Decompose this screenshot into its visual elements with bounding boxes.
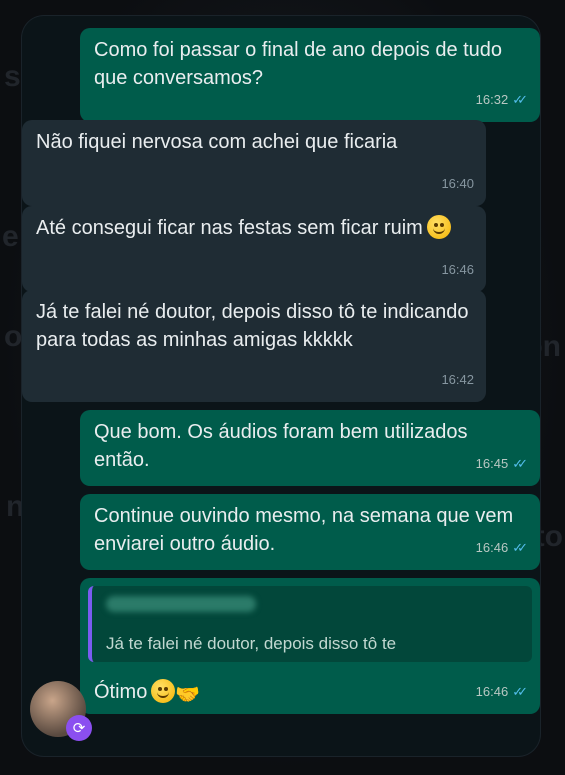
quoted-text: Já te falei né doutor, depois disso tô t… [106, 634, 397, 653]
message-time: 16:45 [475, 456, 509, 471]
message-bubble-incoming[interactable]: Não fiquei nervosa com achei que ficaria… [22, 120, 486, 206]
redacted-sender-name [106, 596, 256, 612]
quoted-message[interactable]: Já te falei né doutor, depois disso tô t… [88, 586, 532, 662]
refresh-icon[interactable]: ⟳ [66, 715, 92, 741]
smiling-face-icon [151, 679, 176, 703]
message-bubble-outgoing[interactable]: Que bom. Os áudios foram bem utilizados … [80, 410, 540, 486]
message-time: 16:46 [475, 540, 509, 555]
handshake-icon: 🤝 [175, 684, 201, 706]
message-bubble-incoming[interactable]: Até consegui ficar nas festas sem ficar … [22, 206, 486, 292]
avatar[interactable]: ⟳ [30, 681, 92, 741]
message-bubble-incoming[interactable]: Já te falei né doutor, depois disso tô t… [22, 290, 486, 402]
message-text: Ótimo [94, 681, 148, 703]
message-bubble-outgoing[interactable]: Já te falei né doutor, depois disso tô t… [80, 578, 540, 714]
message-text: Continue ouvindo mesmo, na semana que ve… [94, 505, 514, 555]
message-text: Já te falei né doutor, depois disso tô t… [36, 301, 469, 351]
read-ticks-icon: ✓✓ [512, 684, 528, 699]
message-text: Até consegui ficar nas festas sem ficar … [36, 217, 423, 239]
read-ticks-icon: ✓✓ [512, 540, 528, 555]
message-time: 16:42 [441, 372, 474, 387]
background-text: e [2, 220, 19, 253]
read-ticks-icon: ✓✓ [512, 456, 528, 471]
message-text: Que bom. Os áudios foram bem utilizados … [94, 421, 468, 471]
chat-screenshot: Como foi passar o final de ano depois de… [22, 16, 540, 756]
background-text: s [4, 60, 21, 93]
background-text: o [4, 320, 23, 353]
read-ticks-icon: ✓✓ [512, 92, 528, 107]
message-time: 16:32 [475, 92, 509, 107]
message-text: Não fiquei nervosa com achei que ficaria [36, 131, 398, 153]
grinning-face-icon [426, 215, 451, 239]
message-time: 16:46 [441, 262, 474, 277]
message-time: 16:40 [441, 176, 474, 191]
message-time: 16:46 [475, 684, 509, 699]
message-bubble-outgoing[interactable]: Continue ouvindo mesmo, na semana que ve… [80, 494, 540, 570]
message-text: Como foi passar o final de ano depois de… [94, 39, 503, 89]
message-bubble-outgoing[interactable]: Como foi passar o final de ano depois de… [80, 28, 540, 122]
